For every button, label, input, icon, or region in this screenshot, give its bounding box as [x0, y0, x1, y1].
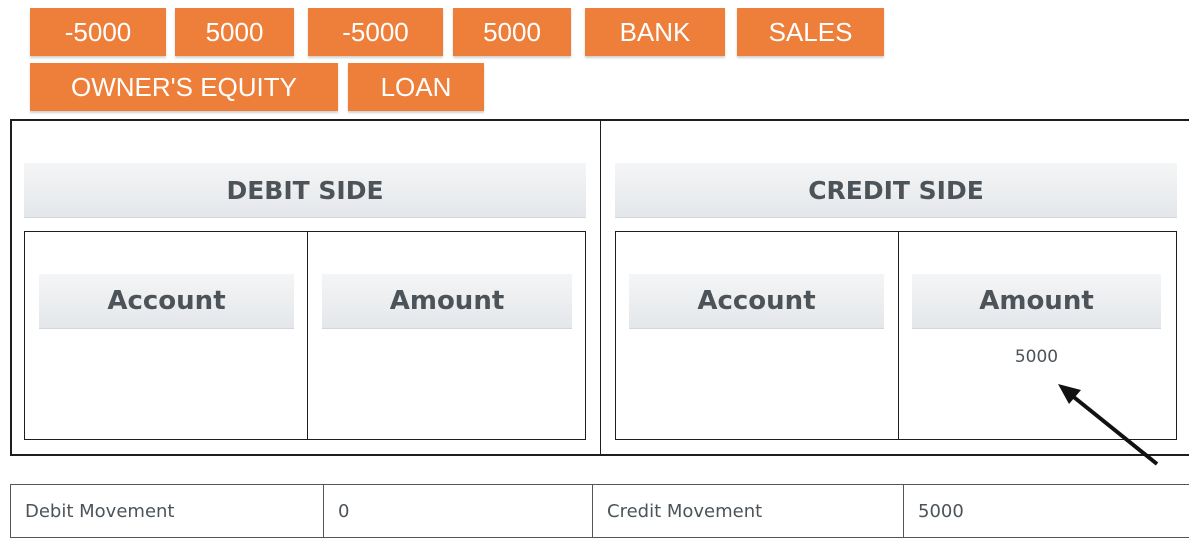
credit-movement-label: Credit Movement: [593, 485, 904, 538]
debit-amount-header: Amount: [322, 274, 572, 329]
credit-amount-header: Amount: [912, 274, 1161, 329]
chip-label: 5000: [206, 17, 264, 48]
debit-account-header: Account: [39, 274, 294, 329]
credit-amount-dropzone[interactable]: 5000: [912, 347, 1161, 430]
chip-owners-equity[interactable]: OWNER'S EQUITY: [30, 63, 338, 111]
t-account-divider: [600, 120, 601, 454]
debit-account-header-label: Account: [107, 286, 225, 316]
credit-account-header: Account: [629, 274, 884, 329]
credit-side-title: CREDIT SIDE: [808, 176, 984, 205]
credit-account-dropzone[interactable]: [629, 330, 884, 430]
debit-side-title: DEBIT SIDE: [226, 176, 383, 205]
credit-amount-value: 5000: [1015, 347, 1058, 430]
chip-sales[interactable]: SALES: [737, 8, 884, 56]
debit-movement-label: Debit Movement: [11, 485, 324, 538]
credit-column-divider: [898, 232, 899, 439]
debit-movement-value: 0: [324, 485, 593, 538]
chip-label: OWNER'S EQUITY: [71, 72, 297, 103]
chip-minus-5000-b[interactable]: -5000: [308, 8, 443, 56]
chip-label: -5000: [342, 17, 409, 48]
movement-summary-table: Debit Movement 0 Credit Movement 5000: [10, 484, 1189, 538]
chip-label: -5000: [65, 17, 132, 48]
chip-label: LOAN: [381, 72, 452, 103]
chip-5000-a[interactable]: 5000: [175, 8, 294, 56]
chip-label: BANK: [620, 17, 691, 48]
debit-amount-dropzone[interactable]: [322, 330, 572, 430]
chip-5000-b[interactable]: 5000: [453, 8, 571, 56]
chip-bank[interactable]: BANK: [585, 8, 725, 56]
credit-side-header: CREDIT SIDE: [615, 163, 1177, 218]
debit-column-divider: [307, 232, 308, 439]
chip-loan[interactable]: LOAN: [348, 63, 484, 111]
table-row: Debit Movement 0 Credit Movement 5000: [11, 485, 1189, 538]
chip-label: SALES: [769, 17, 853, 48]
chip-label: 5000: [483, 17, 541, 48]
credit-movement-value: 5000: [904, 485, 1189, 538]
chip-minus-5000-a[interactable]: -5000: [30, 8, 166, 56]
debit-account-dropzone[interactable]: [39, 330, 294, 430]
debit-side-header: DEBIT SIDE: [24, 163, 586, 218]
credit-account-header-label: Account: [697, 286, 815, 316]
debit-amount-header-label: Amount: [390, 286, 505, 316]
credit-amount-header-label: Amount: [979, 286, 1094, 316]
